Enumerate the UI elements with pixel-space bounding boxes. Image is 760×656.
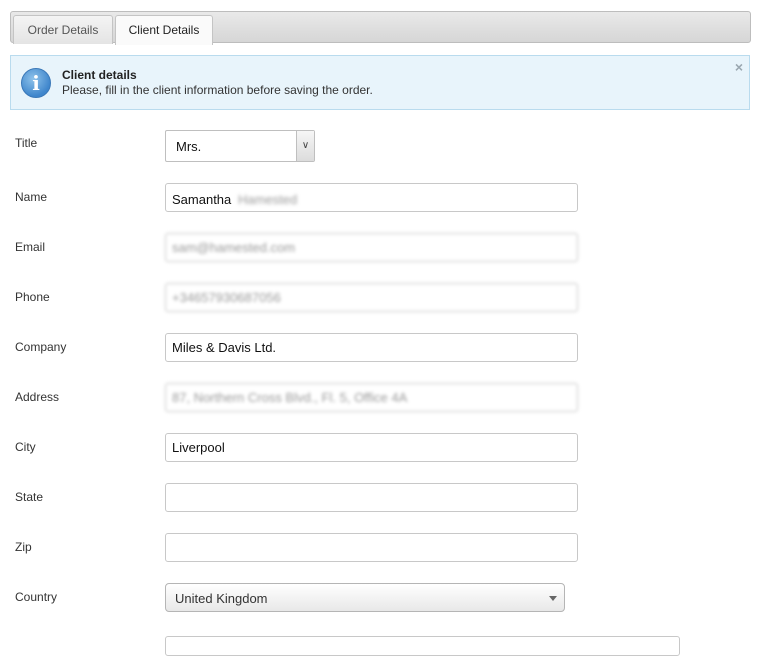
- tab-order-details[interactable]: Order Details: [13, 15, 113, 44]
- state-label: State: [15, 490, 44, 504]
- info-title: Client details: [62, 68, 137, 82]
- info-message-box: i Client details Please, fill in the cli…: [10, 55, 750, 110]
- title-select[interactable]: Mrs. ∨: [165, 130, 315, 162]
- close-icon[interactable]: ×: [735, 59, 743, 75]
- city-field[interactable]: [165, 433, 578, 462]
- phone-label: Phone: [15, 290, 50, 304]
- city-label: City: [15, 440, 36, 454]
- company-label: Company: [15, 340, 67, 354]
- name-first-text: Samantha: [172, 192, 232, 207]
- title-label: Title: [15, 136, 38, 150]
- info-icon: i: [21, 68, 51, 98]
- country-select[interactable]: United Kingdom: [165, 583, 565, 612]
- info-text: Please, fill in the client information b…: [62, 83, 373, 97]
- title-select-value: Mrs.: [176, 139, 202, 154]
- chevron-down-icon[interactable]: ∨: [296, 131, 314, 161]
- next-field-partial[interactable]: [165, 636, 680, 656]
- tab-bar: Order Details Client Details: [10, 11, 751, 45]
- caret-down-icon: [549, 596, 557, 601]
- email-field[interactable]: [165, 233, 578, 262]
- name-label: Name: [15, 190, 48, 204]
- company-field[interactable]: [165, 333, 578, 362]
- country-select-value: United Kingdom: [175, 591, 268, 606]
- zip-label: Zip: [15, 540, 32, 554]
- state-field[interactable]: [165, 483, 578, 512]
- zip-field[interactable]: [165, 533, 578, 562]
- tab-client-details[interactable]: Client Details: [115, 15, 213, 45]
- address-field[interactable]: [165, 383, 578, 412]
- address-label: Address: [15, 390, 60, 404]
- phone-field[interactable]: [165, 283, 578, 312]
- country-label: Country: [15, 590, 58, 604]
- email-label: Email: [15, 240, 46, 254]
- name-last-text: Hamested: [238, 192, 298, 207]
